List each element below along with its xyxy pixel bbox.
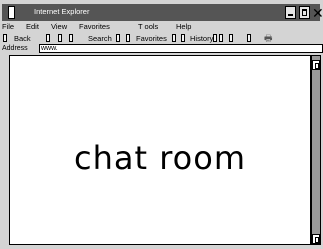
menu-file[interactable]: File — [2, 22, 14, 31]
history-icon[interactable] — [172, 34, 176, 42]
address-input[interactable]: www. — [39, 44, 323, 53]
menu-view[interactable]: View — [51, 22, 67, 31]
mail-icon[interactable] — [213, 34, 217, 42]
history-button[interactable]: History — [190, 34, 213, 43]
page-viewport[interactable]: chat room — [9, 55, 311, 245]
address-bar: Address www. — [0, 44, 323, 54]
browser-window: Internet Explorer ✕ File Edit View Favor… — [0, 0, 323, 249]
minimize-button[interactable] — [285, 6, 296, 19]
window-title: Internet Explorer — [34, 7, 90, 16]
close-icon[interactable]: ✕ — [312, 5, 323, 21]
edit-icon[interactable] — [229, 34, 233, 42]
favorites-icon[interactable] — [126, 34, 130, 42]
menu-bar: File Edit View Favorites T ools Help — [0, 21, 323, 32]
discuss-icon[interactable] — [247, 34, 251, 42]
app-icon — [8, 6, 15, 19]
search-button[interactable]: Search — [88, 34, 112, 43]
menu-help[interactable]: Help — [176, 22, 191, 31]
menu-tools[interactable]: T ools — [138, 22, 158, 31]
stop-icon[interactable] — [58, 34, 62, 42]
back-button[interactable]: Back — [14, 34, 31, 43]
search-icon[interactable] — [116, 34, 120, 42]
toolbar: Back Search Favorites History 🖶 — [0, 32, 323, 44]
menu-edit[interactable]: Edit — [26, 22, 39, 31]
refresh-icon[interactable] — [69, 34, 73, 42]
vertical-scrollbar[interactable] — [311, 55, 321, 245]
print-icon[interactable]: 🖶 — [264, 33, 273, 43]
scroll-up-button[interactable] — [312, 60, 320, 70]
title-bar[interactable]: Internet Explorer ✕ — [2, 4, 323, 21]
back-icon[interactable] — [3, 34, 7, 42]
page-heading: chat room — [74, 139, 246, 177]
menu-favorites[interactable]: Favorites — [79, 22, 110, 31]
scroll-down-button[interactable] — [312, 234, 320, 244]
history-icon-2[interactable] — [181, 34, 185, 42]
forward-icon[interactable] — [46, 34, 50, 42]
favorites-button[interactable]: Favorites — [136, 34, 167, 43]
mail-icon-2[interactable] — [219, 34, 223, 42]
maximize-button[interactable] — [299, 6, 310, 19]
address-label: Address — [2, 45, 28, 52]
